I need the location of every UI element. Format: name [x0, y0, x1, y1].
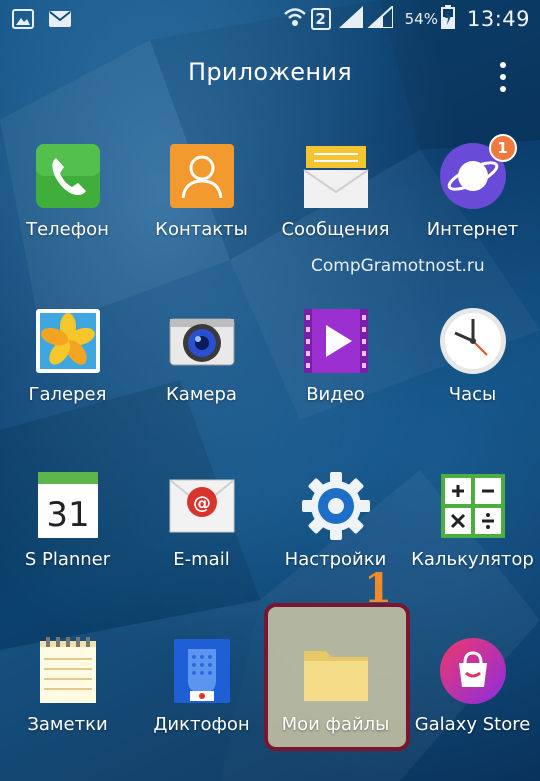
app-label: Калькулятор	[411, 549, 534, 570]
gear-icon	[300, 470, 372, 542]
clock-icon	[437, 305, 509, 377]
app-label: Мои файлы	[281, 714, 390, 735]
notification-badge: 1	[488, 134, 517, 162]
signal-icon	[366, 3, 394, 32]
contacts-icon	[166, 140, 238, 212]
app-recorder[interactable]: Диктофон	[134, 635, 269, 781]
email-at-icon: @	[166, 470, 238, 542]
calendar-day: 31	[46, 495, 89, 535]
calculator-icon	[437, 470, 509, 542]
internet-planet-icon: 1	[437, 134, 517, 212]
shopping-bag-icon	[437, 635, 509, 707]
app-splanner[interactable]: 31 S Planner	[0, 470, 135, 620]
folder-icon	[300, 635, 372, 707]
app-gallery[interactable]: Галерея	[0, 305, 135, 455]
gallery-icon	[12, 9, 34, 33]
status-clock: 13:49	[466, 7, 530, 31]
envelope-icon	[300, 140, 372, 212]
app-video[interactable]: Видео	[268, 305, 403, 455]
gallery-flower-icon	[32, 305, 104, 377]
wifi-icon	[283, 6, 307, 32]
mail-icon	[48, 9, 72, 33]
svg-text:@: @	[193, 493, 211, 514]
app-label: Сообщения	[281, 219, 390, 240]
app-calculator[interactable]: Калькулятор	[405, 470, 540, 620]
app-label: Интернет	[426, 219, 519, 240]
video-play-icon	[300, 305, 372, 377]
app-contacts[interactable]: Контакты	[134, 140, 269, 290]
sim-slot-badge: 2	[310, 8, 331, 30]
notepad-icon	[32, 635, 104, 707]
app-messages[interactable]: Сообщения	[268, 140, 403, 290]
page-title: Приложения	[187, 58, 352, 86]
status-bar: 2 54% 13:49	[0, 0, 540, 38]
app-label: Видео	[306, 384, 365, 405]
app-email[interactable]: @ E-mail	[134, 470, 269, 620]
app-myfiles[interactable]: Мои файлы	[268, 635, 403, 781]
app-galaxystore[interactable]: Galaxy Store	[405, 635, 540, 781]
app-internet[interactable]: 1 Интернет	[405, 134, 540, 290]
signal-icon	[337, 6, 363, 32]
app-notes[interactable]: Заметки	[0, 635, 135, 781]
app-settings[interactable]: Настройки	[268, 470, 403, 620]
app-label: Galaxy Store	[414, 714, 531, 735]
more-vert-icon[interactable]	[496, 62, 510, 92]
app-label: Часы	[448, 384, 497, 405]
phone-icon	[32, 140, 104, 212]
app-phone[interactable]: Телефон	[0, 140, 135, 290]
battery-percent: 54%	[404, 10, 438, 28]
app-camera[interactable]: Камера	[134, 305, 269, 455]
app-clock[interactable]: Часы	[405, 305, 540, 455]
camera-icon	[166, 305, 238, 377]
battery-charging-icon	[440, 5, 455, 33]
calendar-icon: 31	[32, 470, 104, 542]
app-label: Настройки	[284, 549, 387, 570]
microphone-icon	[166, 635, 238, 707]
